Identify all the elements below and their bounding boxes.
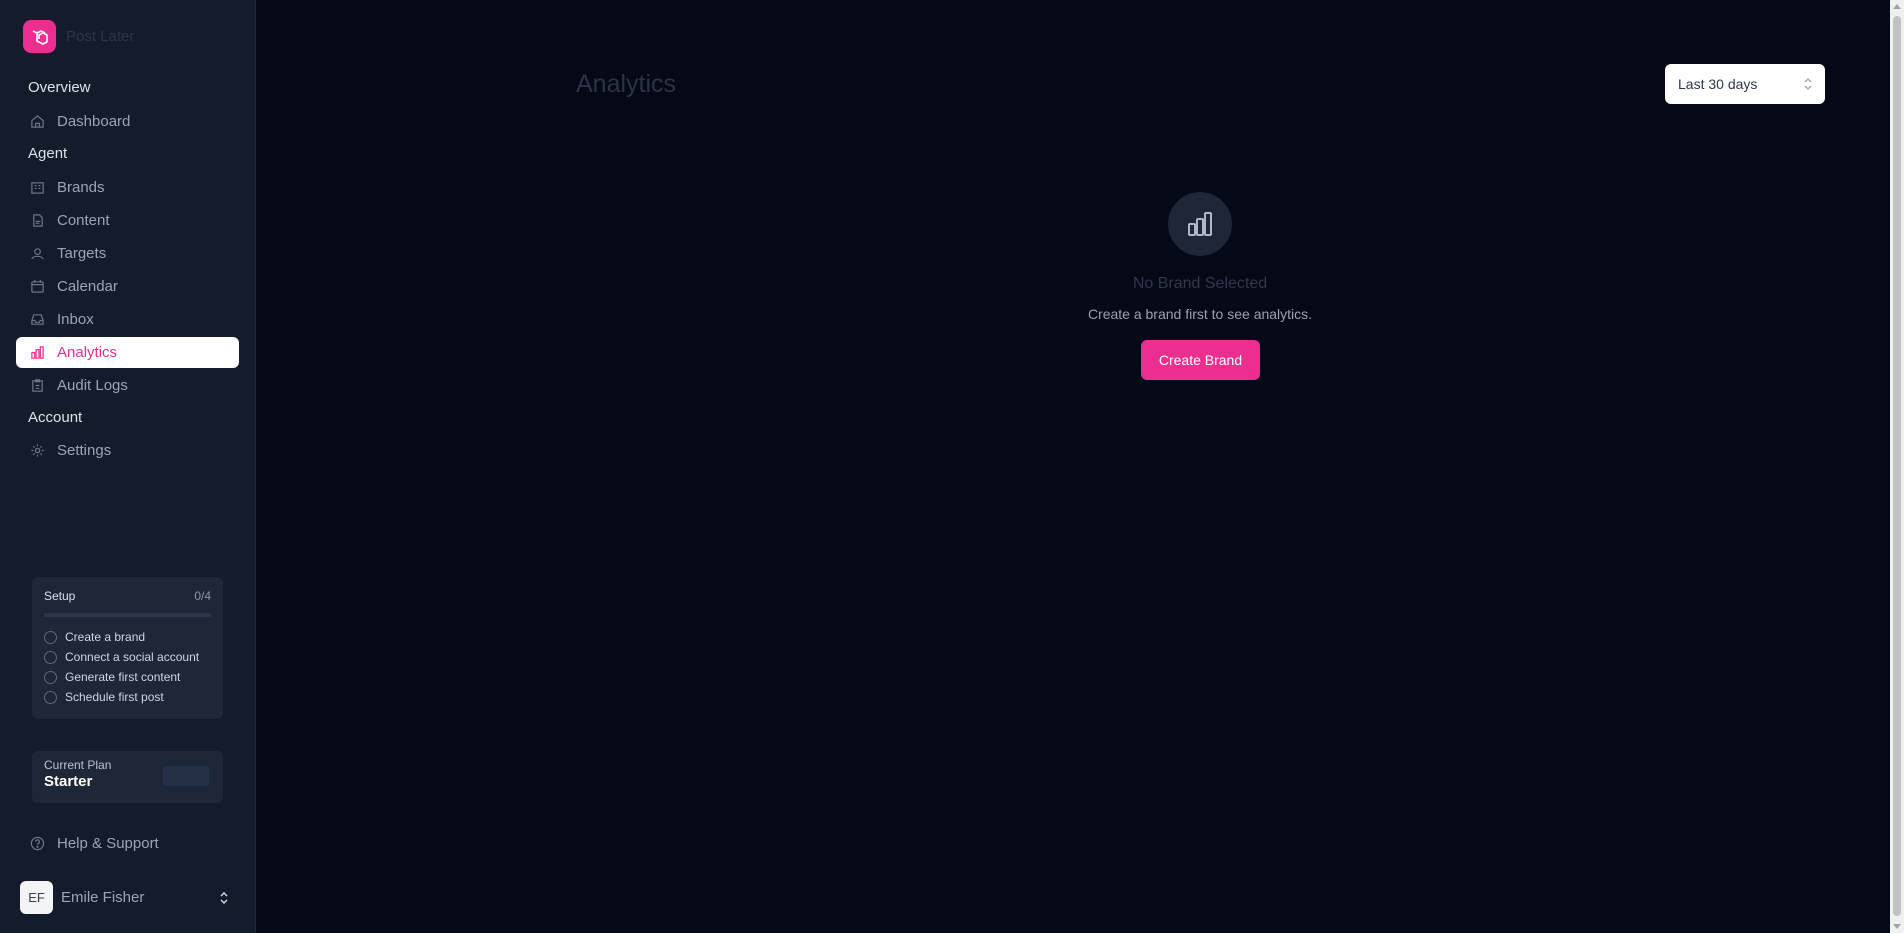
target-icon — [31, 248, 44, 260]
app-name: Post Later — [66, 28, 135, 45]
setup-count: 0/4 — [194, 589, 211, 603]
home-icon — [31, 115, 44, 128]
user-menu[interactable]: EF Emile Fisher — [20, 881, 230, 914]
document-icon — [33, 214, 43, 227]
bar-chart-icon — [31, 346, 44, 359]
setup-step-label: Generate first content — [65, 670, 181, 684]
sidebar-item-settings[interactable]: Settings — [16, 435, 239, 466]
chevron-up-down-icon — [220, 891, 228, 904]
setup-step[interactable]: Schedule first post — [44, 687, 211, 707]
avatar: EF — [20, 881, 53, 914]
checkbox-circle-icon — [44, 670, 57, 684]
empty-state-icon — [1168, 192, 1232, 256]
app-logo-icon — [23, 20, 56, 53]
date-range-value: Last 30 days — [1678, 76, 1758, 92]
setup-step[interactable]: Create a brand — [44, 627, 211, 647]
setup-step-label: Schedule first post — [65, 690, 164, 704]
sidebar-item-label: Targets — [57, 245, 107, 262]
chevron-up-down-icon — [1804, 78, 1812, 90]
section-agent: Agent — [28, 145, 68, 162]
sidebar-item-targets[interactable]: Targets — [16, 238, 239, 269]
setup-step[interactable]: Generate first content — [44, 667, 211, 687]
empty-state-title: No Brand Selected — [1132, 275, 1268, 292]
help-circle-icon — [30, 836, 45, 850]
section-account: Account — [28, 409, 83, 426]
setup-progress-bar — [44, 613, 211, 617]
help-label: Help & Support — [57, 834, 159, 852]
sidebar-item-calendar[interactable]: Calendar — [16, 271, 239, 302]
sidebar-item-brands[interactable]: Brands — [16, 172, 239, 203]
building-icon — [31, 182, 44, 194]
section-overview: Overview — [28, 79, 91, 96]
sidebar-item-label: Brands — [57, 179, 105, 196]
sidebar-item-audit-logs[interactable]: Audit Logs — [16, 370, 239, 401]
current-plan-card: Current Plan Starter — [32, 751, 223, 803]
empty-state-message: Create a brand first to see analytics. — [1087, 306, 1313, 322]
help-support-link[interactable]: Help & Support — [16, 828, 159, 858]
calendar-icon — [31, 279, 44, 293]
checkbox-circle-icon — [44, 650, 57, 664]
date-range-select[interactable]: Last 30 days — [1665, 64, 1825, 104]
checkbox-circle-icon — [44, 630, 57, 644]
sidebar-item-content[interactable]: Content — [16, 205, 239, 236]
sidebar-item-dashboard[interactable]: Dashboard — [16, 106, 239, 137]
sidebar-item-label: Calendar — [57, 278, 118, 295]
sidebar-item-analytics[interactable]: Analytics — [16, 337, 239, 368]
page-title: Analytics — [576, 70, 677, 98]
sidebar: Post Later Overview Dashboard Agent Bran… — [0, 0, 256, 933]
setup-step[interactable]: Connect a social account — [44, 647, 211, 667]
clipboard-icon — [32, 379, 43, 392]
brand-header[interactable]: Post Later — [23, 20, 134, 53]
setup-step-label: Create a brand — [65, 630, 146, 644]
bar-chart-icon — [1188, 212, 1212, 236]
setup-checklist: Setup 0/4 Create a brand Connect a socia… — [32, 577, 223, 719]
upgrade-button[interactable] — [163, 766, 209, 786]
sidebar-item-label: Settings — [57, 442, 112, 459]
scroll-up-arrow-icon[interactable] — [1893, 4, 1901, 9]
user-name: Emile Fisher — [61, 889, 145, 906]
sidebar-item-inbox[interactable]: Inbox — [16, 304, 239, 335]
create-brand-button[interactable]: Create Brand — [1141, 340, 1260, 380]
scrollbar[interactable] — [1890, 0, 1904, 933]
setup-title: Setup — [44, 589, 76, 603]
sidebar-item-label: Dashboard — [57, 113, 131, 130]
sidebar-item-label: Audit Logs — [57, 377, 128, 394]
sidebar-item-label: Content — [57, 212, 110, 229]
scroll-down-arrow-icon[interactable] — [1893, 924, 1901, 929]
gear-icon — [31, 444, 44, 457]
setup-step-label: Connect a social account — [65, 650, 200, 664]
sidebar-item-label: Analytics — [57, 344, 118, 361]
checkbox-circle-icon — [44, 690, 57, 704]
scroll-thumb[interactable] — [1893, 16, 1901, 916]
inbox-icon — [31, 314, 44, 325]
sidebar-item-label: Inbox — [57, 311, 94, 328]
